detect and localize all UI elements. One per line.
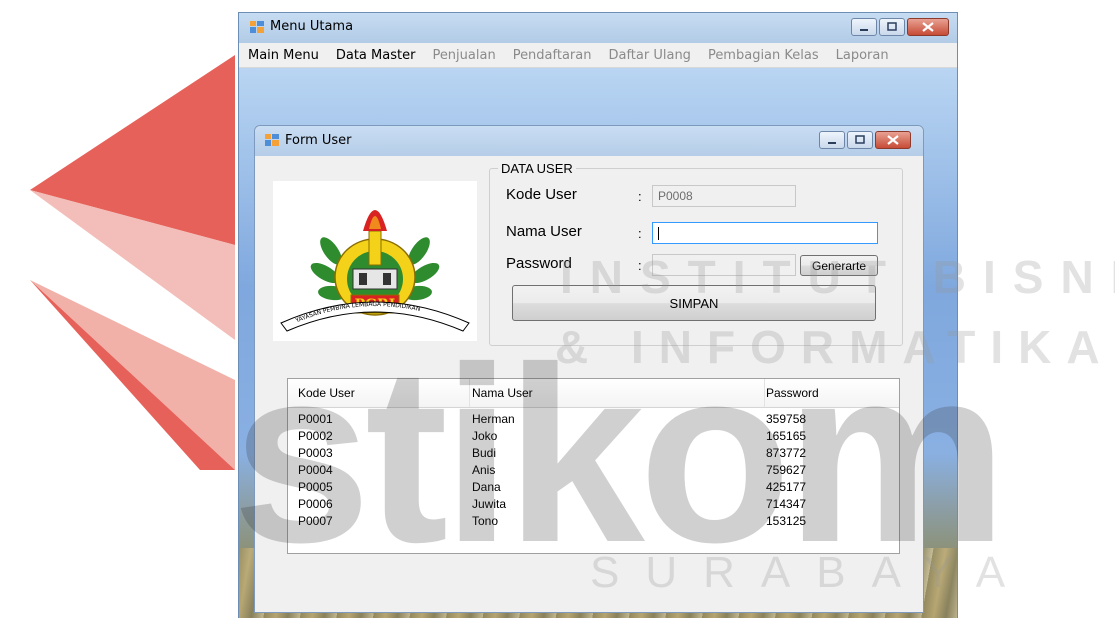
form-minimize-button[interactable] — [819, 131, 845, 149]
form-user-window: Form User YAYASAN PEMBINA LEMBAGA PENDID… — [254, 125, 924, 613]
maximize-icon — [855, 135, 865, 144]
grid-header: Kode User Nama User Password — [288, 379, 899, 408]
pgri-logo-emblem: PGRI YAYASAN PEMBINA LEMBAGA PENDIDIKAN — [280, 210, 470, 332]
main-menubar: Main Menu Data Master Penjualan Pendafta… — [239, 43, 957, 68]
cell-kode-user: P0006 — [298, 497, 333, 511]
table-row[interactable]: P0007 Tono 153125 — [288, 512, 899, 529]
menu-data-master[interactable]: Data Master — [327, 48, 424, 63]
column-header-nama-user[interactable]: Nama User — [472, 386, 533, 400]
cell-kode-user: P0001 — [298, 412, 333, 426]
cell-kode-user: P0007 — [298, 514, 333, 528]
menu-pembagian-kelas[interactable]: Pembagian Kelas — [699, 48, 827, 63]
kode-user-label: Kode User — [506, 186, 577, 203]
column-separator — [764, 379, 765, 407]
menu-pendaftaran[interactable]: Pendaftaran — [504, 48, 600, 63]
simpan-button[interactable]: SIMPAN — [512, 285, 876, 321]
nama-user-label: Nama User — [506, 223, 582, 240]
table-row[interactable]: P0002 Joko 165165 — [288, 427, 899, 444]
cell-nama-user: Budi — [472, 446, 497, 460]
cell-nama-user: Tono — [472, 514, 499, 528]
cell-kode-user: P0004 — [298, 463, 333, 477]
data-user-groupbox: DATA USER Kode User : P0008 Nama User : … — [489, 161, 903, 346]
cell-nama-user: Anis — [472, 463, 496, 477]
menu-main-menu[interactable]: Main Menu — [239, 48, 327, 63]
close-icon — [887, 135, 899, 145]
cell-kode-user: P0005 — [298, 480, 333, 494]
maximize-icon — [887, 22, 897, 31]
mdi-workspace: Form User YAYASAN PEMBINA LEMBAGA PENDID… — [239, 68, 957, 618]
main-titlebar[interactable]: Menu Utama — [239, 13, 957, 43]
generate-button[interactable]: Generarte — [800, 255, 878, 276]
close-icon — [922, 22, 934, 32]
kode-user-colon: : — [638, 189, 642, 204]
pgri-logo: PGRI YAYASAN PEMBINA LEMBAGA PENDIDIKAN — [273, 181, 477, 341]
form-titlebar[interactable]: Form User — [255, 126, 923, 156]
cell-nama-user: Juwita — [472, 497, 507, 511]
form-maximize-button[interactable] — [847, 131, 873, 149]
column-header-password[interactable]: Password — [766, 386, 819, 400]
kode-user-field[interactable]: P0008 — [652, 185, 796, 207]
main-window: Menu Utama Main Menu Data Master Penjual… — [238, 12, 958, 618]
close-button[interactable] — [907, 18, 949, 36]
form-window-icon — [265, 134, 279, 146]
form-close-button[interactable] — [875, 131, 911, 149]
password-label: Password — [506, 255, 572, 272]
user-data-grid[interactable]: Kode User Nama User Password P0001 Herma… — [287, 378, 900, 554]
table-row[interactable]: P0003 Budi 873772 — [288, 444, 899, 461]
cell-kode-user: P0003 — [298, 446, 333, 460]
cell-password: 759627 — [766, 463, 807, 477]
form-title: Form User — [285, 133, 352, 148]
cell-nama-user: Joko — [472, 429, 498, 443]
password-field[interactable] — [652, 254, 796, 276]
nama-user-field[interactable] — [652, 222, 878, 244]
column-separator — [469, 379, 470, 407]
cell-password: 714347 — [766, 497, 807, 511]
cell-password: 165165 — [766, 429, 807, 443]
table-row[interactable]: P0005 Dana 425177 — [288, 478, 899, 495]
password-colon: : — [638, 258, 642, 273]
menu-penjualan[interactable]: Penjualan — [423, 48, 503, 63]
maximize-button[interactable] — [879, 18, 905, 36]
minimize-icon — [828, 142, 836, 144]
group-title: DATA USER — [498, 161, 576, 176]
cell-password: 359758 — [766, 412, 807, 426]
cell-password: 425177 — [766, 480, 807, 494]
main-window-title: Menu Utama — [270, 19, 354, 34]
column-header-kode-user[interactable]: Kode User — [298, 386, 355, 400]
cell-password: 153125 — [766, 514, 807, 528]
table-row[interactable]: P0004 Anis 759627 — [288, 461, 899, 478]
text-caret — [658, 227, 659, 240]
table-row[interactable]: P0006 Juwita 714347 — [288, 495, 899, 512]
cell-password: 873772 — [766, 446, 807, 460]
cell-kode-user: P0002 — [298, 429, 333, 443]
minimize-button[interactable] — [851, 18, 877, 36]
table-row[interactable]: P0001 Herman 359758 — [288, 410, 899, 427]
cell-nama-user: Dana — [472, 480, 501, 494]
minimize-icon — [860, 29, 868, 31]
cell-nama-user: Herman — [472, 412, 515, 426]
app-window-icon — [250, 21, 264, 33]
menu-daftar-ulang[interactable]: Daftar Ulang — [599, 48, 698, 63]
nama-user-colon: : — [638, 226, 642, 241]
menu-laporan[interactable]: Laporan — [827, 48, 897, 63]
